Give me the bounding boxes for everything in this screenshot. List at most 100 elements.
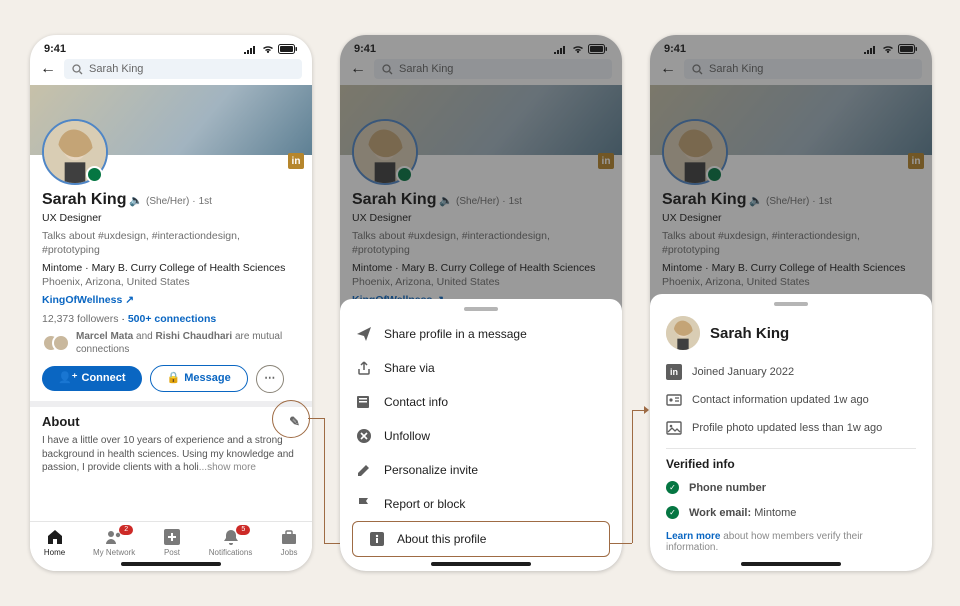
- online-indicator-icon: [86, 166, 103, 183]
- cross-circle-icon: [356, 428, 372, 444]
- learn-more-link[interactable]: Learn more: [666, 531, 720, 542]
- home-indicator: [431, 562, 531, 566]
- verified-heading: Verified info: [650, 455, 932, 475]
- status-time: 9:41: [44, 43, 66, 55]
- connector: [308, 418, 324, 419]
- profile-headline: UX Designer: [42, 211, 300, 225]
- actions-sheet: Share profile in a message Share via Con…: [340, 299, 622, 571]
- share-icon: [356, 360, 372, 376]
- image-icon: [666, 420, 682, 436]
- search-row: ← Sarah King: [30, 57, 312, 85]
- send-icon: [356, 326, 372, 342]
- highlight-ring: [272, 400, 310, 438]
- id-card-icon: [666, 392, 682, 408]
- profile-name: Sarah King: [42, 191, 126, 208]
- sheet-contact-info[interactable]: Contact info: [340, 385, 622, 419]
- action-row: 👤⁺Connect 🔒Message ⋯: [42, 365, 300, 393]
- about-text: I have a little over 10 years of experie…: [42, 434, 300, 475]
- sheet-personalize[interactable]: Personalize invite: [340, 453, 622, 487]
- nav-home[interactable]: Home: [44, 528, 65, 557]
- speaker-icon[interactable]: 🔈: [129, 195, 143, 207]
- cover-image[interactable]: in: [30, 85, 312, 155]
- linkedin-icon: in: [666, 364, 682, 380]
- about-profile-footer: Learn more about how members verify thei…: [650, 525, 932, 553]
- show-more-link[interactable]: ...show more: [199, 462, 256, 473]
- message-button[interactable]: 🔒Message: [150, 365, 248, 392]
- connections-link[interactable]: 500+ connections: [128, 313, 216, 325]
- linkedin-badge-icon: in: [288, 153, 304, 169]
- nav-jobs[interactable]: Jobs: [280, 528, 298, 557]
- connector: [632, 410, 633, 543]
- nav-network[interactable]: 2My Network: [93, 528, 135, 557]
- cell-signal-icon: [244, 45, 258, 54]
- status-bar: 9:41: [30, 35, 312, 57]
- connector: [610, 543, 632, 544]
- about-profile-avatar: [666, 316, 700, 350]
- mutual-row[interactable]: Marcel Mata and Rishi Chaudhari are mutu…: [42, 330, 300, 357]
- status-indicators: [244, 44, 298, 54]
- check-circle-icon: ✓: [666, 506, 679, 519]
- verified-work-email: ✓Work email: Mintome: [650, 500, 932, 525]
- sheet-about-profile[interactable]: About this profile: [352, 521, 610, 557]
- more-button[interactable]: ⋯: [256, 365, 284, 393]
- sheet-report[interactable]: Report or block: [340, 487, 622, 521]
- sheet-handle-icon[interactable]: [774, 302, 808, 306]
- nav-post[interactable]: Post: [163, 528, 181, 557]
- about-header: About ✎: [42, 413, 300, 431]
- about-profile-sheet: Sarah King inJoined January 2022 Contact…: [650, 294, 932, 571]
- compose-icon: [356, 462, 372, 478]
- phone-share-sheet: 9:41 ←Sarah King in Sarah King 🔈 (She/He…: [340, 35, 622, 571]
- about-profile-header: Sarah King: [650, 312, 932, 358]
- sheet-share-message[interactable]: Share profile in a message: [340, 317, 622, 351]
- check-circle-icon: ✓: [666, 481, 679, 494]
- search-icon: [72, 64, 83, 75]
- profile-degree: 1st: [199, 196, 212, 207]
- section-divider: [30, 401, 312, 407]
- connector: [632, 410, 644, 411]
- verified-phone: ✓Phone number: [650, 475, 932, 500]
- profile-talks-about: Talks about #uxdesign, #interactiondesig…: [42, 229, 300, 257]
- arrow-tip-icon: [644, 406, 649, 414]
- about-contact-updated: Contact information updated 1w ago: [650, 386, 932, 414]
- home-indicator: [121, 562, 221, 566]
- about-joined: inJoined January 2022: [650, 358, 932, 386]
- profile-body: Sarah King 🔈 (She/Her) · 1st UX Designer…: [30, 155, 312, 481]
- follower-row: 12,373 followers · 500+ connections: [42, 312, 300, 326]
- wifi-icon: [261, 44, 275, 54]
- phone-profile: 9:41 ← Sarah King in Sarah King �: [30, 35, 312, 571]
- about-heading: About: [42, 413, 80, 431]
- follower-count: 12,373 followers: [42, 313, 118, 325]
- divider: [666, 448, 916, 449]
- plus-square-icon: [163, 528, 181, 546]
- info-icon: [369, 531, 385, 547]
- sheet-share-via[interactable]: Share via: [340, 351, 622, 385]
- profile-pronouns: (She/Her): [146, 196, 189, 207]
- nav-badge: 5: [236, 525, 250, 535]
- card-icon: [356, 394, 372, 410]
- connector: [324, 418, 325, 543]
- profile-website-link[interactable]: KingOfWellness ↗: [42, 293, 134, 307]
- search-input[interactable]: Sarah King: [64, 59, 302, 79]
- home-icon: [46, 528, 64, 546]
- briefcase-icon: [280, 528, 298, 546]
- sheet-handle-icon[interactable]: [464, 307, 498, 311]
- home-indicator: [741, 562, 841, 566]
- profile-location: Phoenix, Arizona, United States: [42, 276, 190, 288]
- phone-about-profile: 9:41 ←Sarah King in Sarah King 🔈 (She/He…: [650, 35, 932, 571]
- flag-icon: [356, 496, 372, 512]
- nav-badge: 2: [119, 525, 133, 535]
- about-profile-name: Sarah King: [710, 325, 789, 342]
- mutual-avatar: [52, 334, 70, 352]
- sheet-unfollow[interactable]: Unfollow: [340, 419, 622, 453]
- connect-button[interactable]: 👤⁺Connect: [42, 366, 142, 391]
- profile-org: Mintome · Mary B. Curry College of Healt…: [42, 262, 285, 274]
- stage: 9:41 ← Sarah King in Sarah King �: [0, 0, 960, 606]
- nav-notifications[interactable]: 5Notifications: [209, 528, 253, 557]
- back-arrow-icon[interactable]: ←: [40, 60, 56, 78]
- about-photo-updated: Profile photo updated less than 1w ago: [650, 414, 932, 442]
- person-plus-icon: 👤⁺: [58, 371, 78, 386]
- mutual-text: Marcel Mata and Rishi Chaudhari are mutu…: [76, 330, 300, 357]
- battery-icon: [278, 44, 298, 54]
- lock-icon: 🔒: [167, 371, 181, 386]
- search-value: Sarah King: [89, 63, 143, 75]
